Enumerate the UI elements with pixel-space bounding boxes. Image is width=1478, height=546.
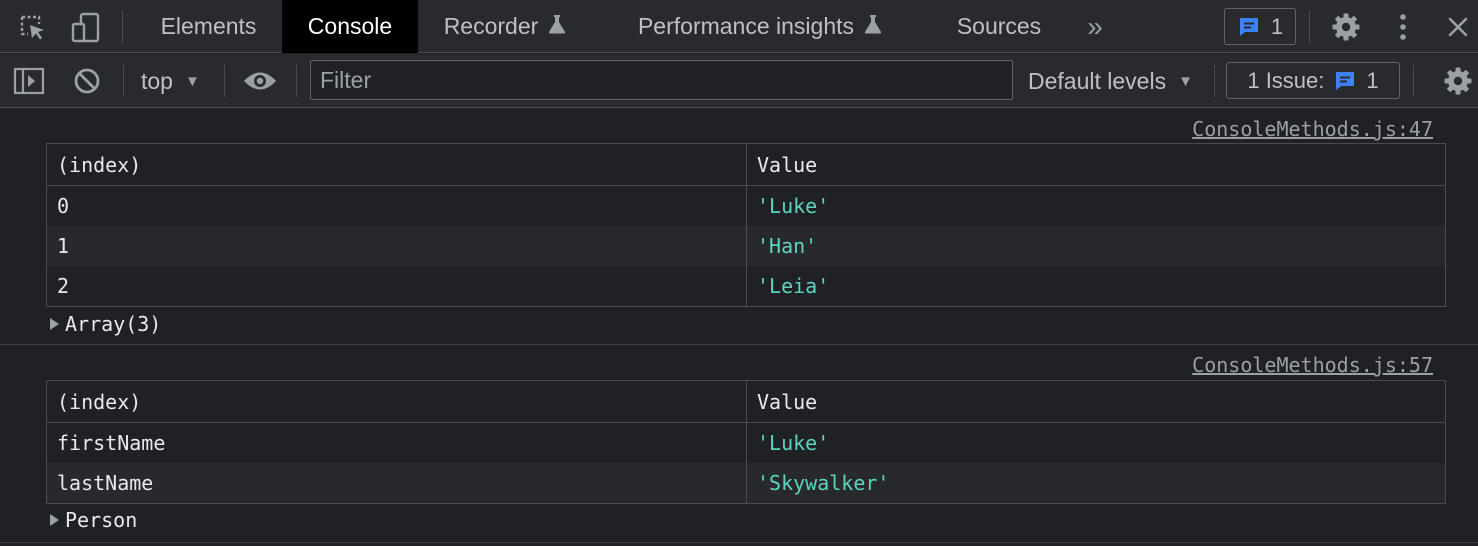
dropdown-caret-icon: ▼: [1178, 72, 1193, 90]
table-cell-value: 'Leia': [757, 274, 830, 298]
devtools-tab-bar: Elements Console Recorder Performance in…: [0, 0, 1478, 53]
object-label: Person: [65, 508, 138, 532]
toolbar-divider: [122, 10, 123, 43]
column-header-value[interactable]: Value: [747, 144, 1445, 185]
source-link[interactable]: ConsoleMethods.js:57: [1192, 353, 1433, 377]
column-header-index[interactable]: (index): [47, 144, 747, 185]
console-toolbar: top ▼ Default levels ▼ 1 Issue: 1: [0, 54, 1478, 108]
table-cell-value: 'Luke': [757, 431, 830, 455]
message-icon: [1336, 71, 1355, 90]
experiment-flask-icon: [548, 13, 566, 40]
expand-triangle-icon: [50, 514, 59, 526]
tab-console[interactable]: Console: [282, 0, 418, 53]
table-row: 0 'Luke': [47, 186, 1445, 226]
issues-label: 1 Issue:: [1247, 67, 1325, 93]
table-cell-index: firstName: [47, 423, 747, 463]
toolbar-divider: [296, 65, 297, 97]
table-cell-value: 'Han': [757, 234, 818, 258]
device-toggle-icon[interactable]: [66, 0, 106, 53]
tab-label: Elements: [160, 13, 257, 39]
message-icon: [1239, 17, 1258, 36]
context-selector[interactable]: top ▼: [141, 54, 200, 108]
source-link[interactable]: ConsoleMethods.js:47: [1192, 117, 1433, 141]
object-expander[interactable]: Person: [50, 508, 137, 532]
context-label: top: [141, 67, 173, 94]
console-message: ConsoleMethods.js:57 (index) Value first…: [0, 345, 1478, 543]
filter-input[interactable]: [310, 60, 1013, 100]
inspect-element-icon[interactable]: [12, 0, 52, 53]
table-row: firstName 'Luke': [47, 423, 1445, 463]
console-table: (index) Value 0 'Luke' 1 'Han' 2 'Leia': [46, 143, 1446, 307]
tab-label: Sources: [956, 13, 1042, 39]
console-message: ConsoleMethods.js:47 (index) Value 0 'Lu…: [0, 109, 1478, 345]
column-header-index[interactable]: (index): [47, 381, 747, 422]
messages-count: 1: [1270, 13, 1284, 39]
toolbar-divider: [1413, 65, 1414, 97]
table-cell-index: lastName: [47, 463, 747, 503]
log-levels-dropdown[interactable]: Default levels ▼: [1028, 54, 1193, 108]
console-settings-gear-icon[interactable]: [1440, 54, 1476, 108]
tab-elements[interactable]: Elements: [140, 0, 277, 53]
live-expression-eye-icon[interactable]: [240, 54, 280, 108]
log-levels-label: Default levels: [1028, 67, 1167, 94]
more-tabs-chevron-icon[interactable]: »: [1080, 0, 1110, 53]
issues-count: 1: [1366, 67, 1379, 93]
toolbar-divider: [224, 65, 225, 97]
expand-triangle-icon: [50, 318, 59, 330]
kebab-menu-icon[interactable]: [1390, 0, 1416, 53]
object-label: Array(3): [65, 312, 162, 336]
object-expander[interactable]: Array(3): [50, 312, 161, 336]
messages-badge-button[interactable]: 1: [1224, 8, 1296, 45]
dropdown-caret-icon: ▼: [184, 72, 200, 90]
toolbar-divider: [123, 65, 124, 97]
tab-sources[interactable]: Sources: [935, 0, 1063, 53]
table-cell-index: 0: [47, 186, 747, 226]
console-table: (index) Value firstName 'Luke' lastName …: [46, 380, 1446, 504]
tab-label: Performance insights: [637, 13, 855, 39]
table-cell-index: 2: [47, 266, 747, 306]
tab-label: Recorder: [443, 13, 539, 39]
table-cell-value: 'Luke': [757, 194, 830, 218]
sidebar-toggle-icon[interactable]: [10, 54, 48, 108]
column-header-value[interactable]: Value: [747, 381, 1445, 422]
tab-performance-insights[interactable]: Performance insights: [620, 0, 900, 53]
toolbar-divider: [1214, 65, 1215, 97]
close-icon[interactable]: [1440, 0, 1476, 53]
table-header-row: (index) Value: [47, 381, 1445, 423]
tab-label: Console: [307, 13, 393, 39]
table-row: 2 'Leia': [47, 266, 1445, 306]
table-row: 1 'Han': [47, 226, 1445, 266]
table-row: lastName 'Skywalker': [47, 463, 1445, 503]
table-cell-value: 'Skywalker': [757, 471, 890, 495]
table-header-row: (index) Value: [47, 144, 1445, 186]
settings-gear-icon[interactable]: [1326, 0, 1366, 53]
issues-button[interactable]: 1 Issue: 1: [1226, 62, 1400, 99]
experiment-flask-icon: [864, 13, 882, 40]
toolbar-divider: [1309, 10, 1310, 43]
tab-recorder[interactable]: Recorder: [425, 0, 585, 53]
clear-console-icon[interactable]: [68, 54, 106, 108]
table-cell-index: 1: [47, 226, 747, 266]
